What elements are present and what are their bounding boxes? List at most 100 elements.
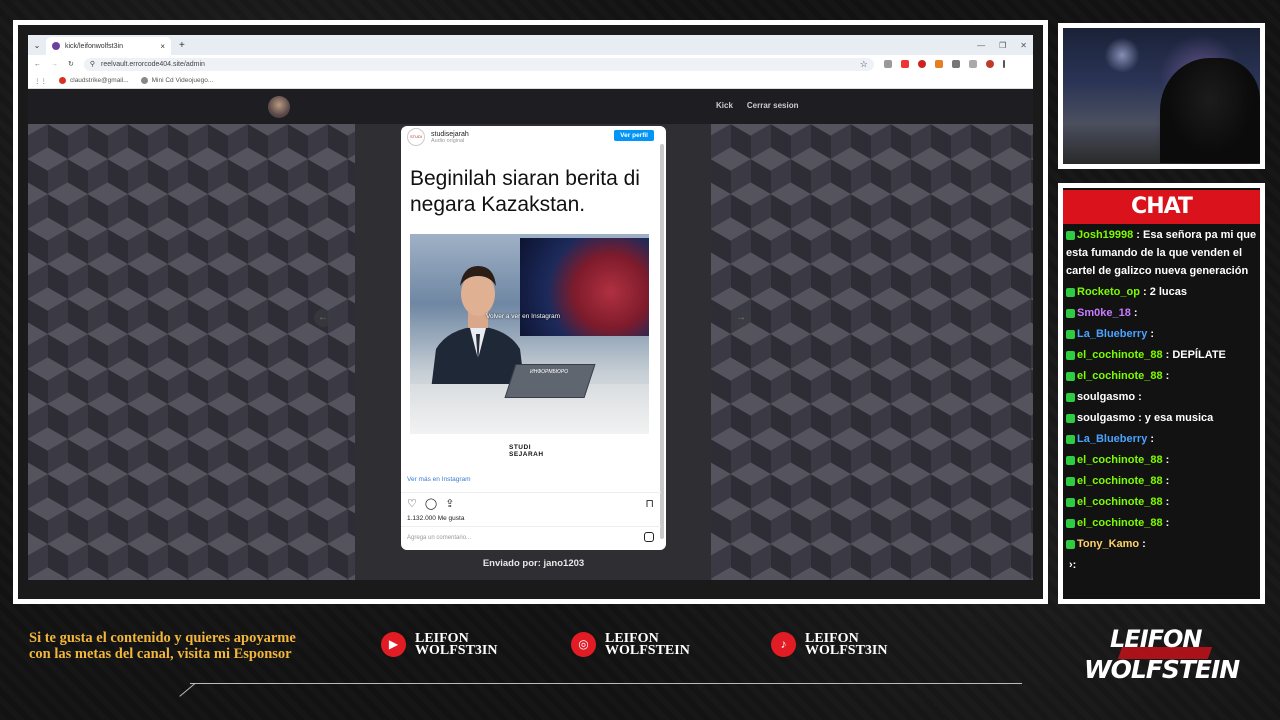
view-profile-button[interactable]: Ver perfil [614, 130, 654, 141]
extension-icon[interactable] [934, 60, 943, 68]
prev-arrow-icon[interactable]: ← [314, 309, 332, 327]
chat-username[interactable]: el_cochinote_88 [1077, 370, 1163, 382]
post-headline: Beginilah siaran berita di negara Kazaks… [410, 167, 640, 216]
tab-search-icon[interactable]: ⌄ [28, 41, 46, 50]
account-name[interactable]: studisejarah [431, 131, 469, 138]
kick-badge-icon [1066, 476, 1075, 486]
reload-icon[interactable]: ↻ [68, 60, 74, 68]
nav-link-kick[interactable]: Kick [716, 101, 733, 110]
instagram-icon[interactable] [644, 532, 654, 542]
chat-message: el_cochinote_88: [1066, 451, 1258, 469]
chat-message: el_cochinote_88: [1066, 367, 1258, 385]
instagram-icon: ◎ [571, 632, 596, 657]
bookmark-star-icon[interactable]: ☆ [860, 59, 868, 70]
like-heart-icon[interactable]: ♡ [407, 497, 417, 510]
bookmark-videojuego[interactable]: Mini Cd Videojuego... [140, 77, 213, 84]
comment-input[interactable]: Agrega un comentario... [407, 535, 471, 541]
chat-username[interactable]: Rocketo_op [1077, 286, 1140, 298]
site-navbar: Kick Cerrar sesion [28, 89, 1033, 124]
comment-icon[interactable]: ◯ [425, 497, 437, 510]
youtube-icon: ▶ [381, 632, 406, 657]
chat-text: : [1165, 454, 1170, 466]
chat-username[interactable]: el_cochinote_88 [1077, 349, 1163, 361]
site-logo[interactable] [268, 96, 290, 118]
chat-username[interactable]: el_cochinote_88 [1077, 454, 1163, 466]
extensions-puzzle-icon[interactable] [951, 60, 960, 68]
chat-message: el_cochinote_88: DEPÍLATE [1066, 346, 1258, 364]
chat-text: ›: [1069, 559, 1077, 571]
maximize-icon[interactable]: ❐ [999, 41, 1006, 50]
cube-pattern-right [711, 124, 1033, 580]
streamer-silhouette [1160, 58, 1260, 163]
sent-by-label: Enviado por: jano1203 [482, 558, 585, 569]
divider [401, 526, 661, 527]
share-icon[interactable]: ⇪ [445, 497, 454, 510]
forward-icon[interactable]: → [51, 61, 58, 68]
embed-scrollbar[interactable] [660, 144, 664, 539]
chat-message: La_Blueberry: [1066, 430, 1258, 448]
studi-sejarah-logo: STUDI SEJARAH [509, 444, 544, 458]
account-avatar[interactable]: STUDI [407, 128, 425, 146]
post-video[interactable]: ИНФОРМБЮРО Volver a ver en Instagram [410, 234, 649, 434]
tab-close-icon[interactable]: × [160, 42, 165, 51]
tab-favicon-icon [52, 42, 60, 50]
chat-username[interactable]: La_Blueberry [1077, 328, 1147, 340]
kick-badge-icon [1066, 497, 1075, 507]
instagram-embed: STUDI studisejarah Audio original Ver pe… [401, 126, 666, 550]
window-close-icon[interactable]: ✕ [1020, 41, 1027, 50]
kick-badge-icon [1066, 371, 1075, 381]
back-icon[interactable]: ← [34, 61, 41, 68]
channel-logo: LEIFON WOLFSTEIN [1080, 625, 1240, 691]
chat-message: el_cochinote_88: [1066, 493, 1258, 511]
globe-icon [140, 77, 148, 84]
browser-toolbar: ← → ↻ ⚲ reelvault.errorcode404.site/admi… [28, 55, 1033, 73]
kick-badge-icon [1066, 287, 1075, 297]
browser-menu-icon[interactable] [1002, 60, 1005, 68]
video-overlay-text[interactable]: Volver a ver en Instagram [486, 313, 560, 320]
cube-pattern-left [28, 124, 355, 580]
chat-username[interactable]: soulgasmo [1077, 412, 1135, 424]
chat-username[interactable]: La_Blueberry [1077, 433, 1147, 445]
extension-icon[interactable] [917, 60, 926, 68]
bookmarks-bar: ⋮⋮ claudstrike@gmail... Mini Cd Videojue… [28, 73, 1033, 89]
view-more-link[interactable]: Ver más en Instagram [407, 476, 471, 483]
webcam-feed [1063, 28, 1260, 164]
laptop-label: ИНФОРМБЮРО [530, 369, 569, 375]
next-arrow-icon[interactable]: → [732, 309, 750, 327]
chat-text: : [1150, 433, 1154, 445]
profile-avatar[interactable] [985, 60, 994, 68]
site-info-icon[interactable]: ⚲ [90, 60, 95, 68]
chat-username[interactable]: soulgasmo [1077, 391, 1135, 403]
gmail-icon [59, 77, 66, 84]
chat-username[interactable]: Josh19998 [1077, 229, 1133, 241]
chat-username[interactable]: el_cochinote_88 [1077, 475, 1163, 487]
chat-text: : y esa musica [1138, 412, 1214, 424]
apps-grid-icon[interactable]: ⋮⋮ [34, 77, 47, 85]
screen-capture-frame: ⌄ kick/leifonwolfst3in × + — ❐ ✕ ← → ↻ ⚲… [13, 20, 1048, 604]
nav-link-logout[interactable]: Cerrar sesion [747, 101, 799, 110]
kick-badge-icon [1066, 413, 1075, 423]
chat-username[interactable]: Sm0ke_18 [1077, 307, 1131, 319]
chat-message: el_cochinote_88: [1066, 472, 1258, 490]
chat-message: Sm0ke_18: [1066, 304, 1258, 322]
extension-icon[interactable] [900, 60, 909, 68]
new-tab-icon[interactable]: + [179, 40, 185, 51]
save-bookmark-icon[interactable]: ⊓ [645, 497, 654, 510]
chat-text: : [1138, 391, 1142, 403]
social-name-line2: WOLFSTEIN [605, 642, 690, 658]
captured-screen: ⌄ kick/leifonwolfst3in × + — ❐ ✕ ← → ↻ ⚲… [18, 25, 1043, 599]
address-bar[interactable]: ⚲ reelvault.errorcode404.site/admin ☆ [83, 57, 874, 71]
chat-text: : [1150, 328, 1154, 340]
divider [401, 492, 661, 493]
kick-badge-icon [1066, 518, 1075, 528]
chat-message: soulgasmo: y esa musica [1066, 409, 1258, 427]
chat-username[interactable]: Tony_Kamo [1077, 538, 1139, 550]
extension-icon[interactable] [883, 60, 892, 68]
chat-username[interactable]: el_cochinote_88 [1077, 517, 1163, 529]
kick-badge-icon [1066, 308, 1075, 318]
sidebar-icon[interactable] [968, 60, 977, 68]
browser-tab[interactable]: kick/leifonwolfst3in × [46, 37, 171, 55]
chat-username[interactable]: el_cochinote_88 [1077, 496, 1163, 508]
minimize-icon[interactable]: — [977, 41, 985, 50]
bookmark-gmail[interactable]: claudstrike@gmail... [59, 77, 129, 84]
